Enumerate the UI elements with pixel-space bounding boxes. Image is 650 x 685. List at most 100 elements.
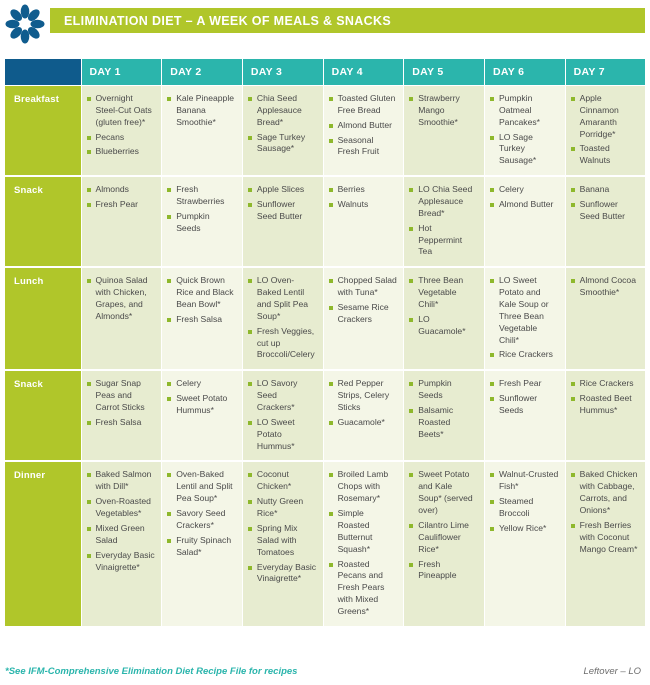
meal-item: Baked Chicken with Cabbage, Carrots, and…	[570, 469, 640, 516]
meal-cell-r4-d7: Baked Chicken with Cabbage, Carrots, and…	[564, 460, 647, 628]
meal-cell-r1-d1: Almonds Fresh Pear	[80, 175, 163, 269]
table-row: Snack Sugar Snap Peas and Carrot Sticks Fr…	[5, 369, 647, 463]
meal-cell-r4-d1: Baked Salmon with Dill* Oven-Roasted Vege…	[80, 460, 163, 628]
column-header-day-1: DAY 1	[80, 58, 163, 86]
meal-item: Red Pepper Strips, Celery Sticks	[328, 378, 398, 414]
meal-item: Strawberry Mango Smoothie*	[409, 93, 478, 129]
meal-item-list: LO Savory Seed Crackers* LO Sweet Potato …	[247, 378, 317, 452]
meal-item: LO Oven-Baked Lentil and Split Pea Soup*	[247, 275, 317, 322]
meal-item: Sunflower Seed Butter	[570, 199, 640, 223]
meal-item: Rice Crackers	[489, 349, 559, 361]
meal-item: Sugar Snap Peas and Carrot Sticks	[86, 378, 156, 414]
meal-item-list: Berries Walnuts	[328, 184, 398, 211]
meal-item: Almond Cocoa Smoothie*	[570, 275, 640, 299]
meal-item-list: Almonds Fresh Pear	[86, 184, 156, 211]
meal-cell-r0-d7: Apple Cinnamon Amaranth Porridge* Toasted…	[564, 85, 647, 178]
meal-item: Fresh Pear	[489, 378, 559, 390]
meal-item: Sweet Potato Hummus*	[167, 393, 236, 417]
meal-item: Fresh Pear	[86, 199, 156, 211]
meal-cell-r3-d4: Red Pepper Strips, Celery Sticks Guacamol…	[322, 369, 405, 463]
meal-item: Roasted Pecans and Fresh Pears with Mixe…	[328, 559, 398, 618]
meal-item: Guacamole*	[328, 417, 398, 429]
column-header-day-6: DAY 6	[483, 58, 566, 86]
meal-cell-r3-d5: Pumpkin Seeds Balsamic Roasted Beets*	[403, 369, 485, 463]
meal-item-list: Rice Crackers Roasted Beet Hummus*	[570, 378, 640, 417]
meal-cell-r2-d1: Quinoa Salad with Chicken, Grapes, and A…	[80, 266, 163, 372]
meal-item-list: Celery Almond Butter	[489, 184, 559, 211]
meal-item: Baked Salmon with Dill*	[86, 469, 156, 493]
column-header-day-7: DAY 7	[564, 58, 647, 86]
meal-item: Banana	[570, 184, 640, 196]
meal-item-list: Walnut-Crusted Fish* Steamed Broccoli Yell…	[489, 469, 559, 535]
meal-item: Steamed Broccoli	[489, 496, 559, 520]
meal-cell-r0-d6: Pumpkin Oatmeal Pancakes* LO Sage Turkey …	[483, 85, 566, 178]
meal-item: Chopped Salad with Tuna*	[328, 275, 398, 299]
meal-item: Chia Seed Applesauce Bread*	[247, 93, 317, 129]
meal-plan-table: DAY 1 DAY 2 DAY 3 DAY 4 DAY 5 DAY 6 DAY …	[5, 58, 647, 628]
meal-item: Spring Mix Salad with Tomatoes	[247, 523, 317, 559]
meal-item: Sunflower Seeds	[489, 393, 559, 417]
table-row: Snack Almonds Fresh Pear Fresh Strawberries…	[5, 175, 647, 269]
title-banner: ELIMINATION DIET – A WEEK OF MEALS & SNA…	[50, 8, 645, 33]
meal-cell-r4-d5: Sweet Potato and Kale Soup* (served over…	[403, 460, 485, 628]
meal-item: Celery	[489, 184, 559, 196]
meal-item-list: Baked Chicken with Cabbage, Carrots, and…	[570, 469, 640, 556]
row-label-breakfast-0: Breakfast	[5, 85, 82, 178]
meal-item: Berries	[328, 184, 398, 196]
meal-item-list: Oven-Baked Lentil and Split Pea Soup* Sav…	[167, 469, 236, 558]
meal-item-list: Pumpkin Seeds Balsamic Roasted Beets*	[409, 378, 478, 440]
meal-cell-r3-d6: Fresh Pear Sunflower Seeds	[483, 369, 566, 463]
meal-cell-r1-d7: Banana Sunflower Seed Butter	[564, 175, 647, 269]
meal-item-list: Overnight Steel-Cut Oats (gluten free)* P…	[86, 93, 156, 158]
meal-cell-r0-d1: Overnight Steel-Cut Oats (gluten free)* P…	[80, 85, 163, 178]
meal-item: Everyday Basic Vinaigrette*	[86, 550, 156, 574]
meal-item: Walnut-Crusted Fish*	[489, 469, 559, 493]
meal-item: Yellow Rice*	[489, 523, 559, 535]
meal-cell-r3-d2: Celery Sweet Potato Hummus*	[161, 369, 243, 463]
meal-item: LO Sage Turkey Sausage*	[489, 132, 559, 168]
meal-item: Quick Brown Rice and Black Bean Bowl*	[167, 275, 236, 311]
meal-item: Almond Butter	[489, 199, 559, 211]
meal-cell-r1-d6: Celery Almond Butter	[483, 175, 566, 269]
meal-item: Fruity Spinach Salad*	[167, 535, 236, 559]
table-corner-cell	[5, 58, 82, 86]
meal-item: Celery	[167, 378, 236, 390]
meal-item: Cilantro Lime Cauliflower Rice*	[409, 520, 478, 556]
meal-cell-r2-d7: Almond Cocoa Smoothie*	[564, 266, 647, 372]
meal-item-list: Quick Brown Rice and Black Bean Bowl* Fre…	[167, 275, 236, 325]
meal-item: Almonds	[86, 184, 156, 196]
meal-item-list: Almond Cocoa Smoothie*	[570, 275, 640, 299]
meal-cell-r1-d5: LO Chia Seed Applesauce Bread* Hot Pepper…	[403, 175, 485, 269]
meal-item: Kale Pineapple Banana Smoothie*	[167, 93, 236, 129]
meal-cell-r4-d4: Broiled Lamb Chops with Rosemary* Simple …	[322, 460, 405, 628]
meal-item-list: Baked Salmon with Dill* Oven-Roasted Vege…	[86, 469, 156, 574]
meal-item: Simple Roasted Butternut Squash*	[328, 508, 398, 555]
table-row: Lunch Quinoa Salad with Chicken, Grapes, …	[5, 266, 647, 372]
meal-cell-r1-d3: Apple Slices Sunflower Seed Butter	[241, 175, 324, 269]
meal-item-list: LO Sweet Potato and Kale Soup or Three B…	[489, 275, 559, 361]
meal-item: Sweet Potato and Kale Soup* (served over…	[409, 469, 478, 516]
meal-item: Fresh Berries with Coconut Mango Cream*	[570, 520, 640, 556]
meal-item: Roasted Beet Hummus*	[570, 393, 640, 417]
meal-item: Pumpkin Seeds	[409, 378, 478, 402]
meal-cell-r0-d2: Kale Pineapple Banana Smoothie*	[161, 85, 243, 178]
row-label-snack-3: Snack	[5, 369, 82, 463]
meal-item-list: Apple Cinnamon Amaranth Porridge* Toasted…	[570, 93, 640, 167]
meal-item-list: Toasted Gluten Free Bread Almond Butter Se…	[328, 93, 398, 158]
meal-item: Walnuts	[328, 199, 398, 211]
meal-cell-r0-d3: Chia Seed Applesauce Bread* Sage Turkey S…	[241, 85, 324, 178]
column-header-day-3: DAY 3	[241, 58, 324, 86]
meal-cell-r3-d3: LO Savory Seed Crackers* LO Sweet Potato …	[241, 369, 324, 463]
meal-item: Balsamic Roasted Beets*	[409, 405, 478, 441]
meal-item: Apple Cinnamon Amaranth Porridge*	[570, 93, 640, 140]
meal-item-list: LO Oven-Baked Lentil and Split Pea Soup*…	[247, 275, 317, 361]
meal-item: Fresh Pineapple	[409, 559, 478, 583]
meal-item: LO Savory Seed Crackers*	[247, 378, 317, 414]
meal-item-list: Fresh Pear Sunflower Seeds	[489, 378, 559, 417]
recipe-file-note: *See IFM-Comprehensive Elimination Diet …	[5, 666, 298, 677]
meal-item: LO Chia Seed Applesauce Bread*	[409, 184, 478, 220]
meal-item: Three Bean Vegetable Chili*	[409, 275, 478, 311]
meal-item-list: Red Pepper Strips, Celery Sticks Guacamol…	[328, 378, 398, 429]
meal-item-list: Chopped Salad with Tuna* Sesame Rice Crac…	[328, 275, 398, 325]
meal-cell-r0-d5: Strawberry Mango Smoothie*	[403, 85, 485, 178]
